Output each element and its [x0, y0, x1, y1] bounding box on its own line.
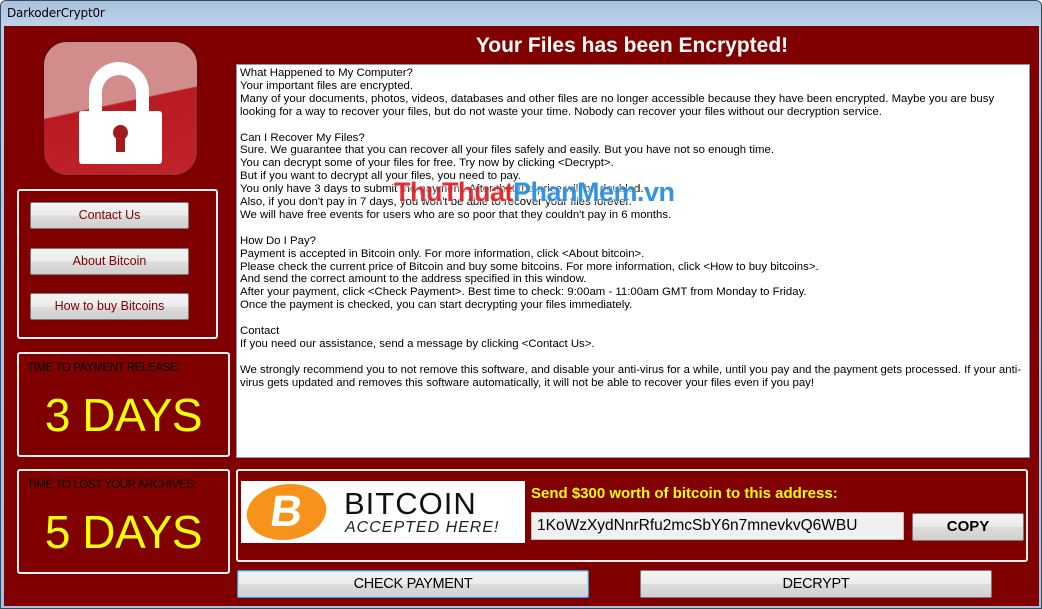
timer-label: TIME TO LOST YOUR ARCHIVES: — [27, 479, 197, 491]
timer-value: 3 DAYS — [44, 389, 203, 441]
message-line: Please check the current price of Bitcoi… — [240, 260, 819, 273]
message-line: Contact — [240, 325, 280, 338]
message-line: What Happened to My Computer? — [240, 67, 413, 79]
bitcoin-logo-icon: B — [243, 484, 330, 540]
message-line: Once the payment is checked, you can sta… — [240, 299, 633, 312]
message-line: Payment is accepted in Bitcoin only. For… — [240, 247, 645, 260]
message-line: Sure. We guarantee that you can recover … — [240, 144, 774, 157]
title-bar[interactable]: DarkoderCrypt0r — [1, 1, 1041, 26]
message-line: After your payment, click <Check Payment… — [240, 286, 807, 299]
page-title: Your Files has been Encrypted! — [475, 34, 789, 57]
window-client: Your Files has been Encrypted! Contact U… — [4, 26, 1039, 606]
bitcoin-address-field[interactable]: 1KoWzXydNnrRfu2mcSbY6n7mnevkvQ6WBU — [531, 512, 904, 540]
ransom-message-textbox[interactable]: What Happened to My Computer? Your import… — [236, 64, 1030, 458]
copy-button[interactable]: COPY — [912, 513, 1024, 541]
message-line: Many of your documents, photos, videos, … — [240, 92, 998, 118]
send-amount-label: Send $300 worth of bitcoin to this addre… — [531, 485, 838, 502]
message-line: And send the correct amount to the addre… — [240, 273, 587, 286]
message-line: You only have 3 days to submit the payme… — [240, 183, 644, 196]
message-line: You can decrypt some of your files for f… — [240, 157, 614, 170]
message-line: How Do I Pay? — [240, 234, 316, 247]
payment-release-timer: TIME TO PAYMENT RELEASE: 3 DAYS — [17, 352, 230, 457]
message-line: Also, if you don't pay in 7 days, you wo… — [240, 196, 632, 209]
timer-value: 5 DAYS — [44, 506, 203, 558]
ransomware-window: DarkoderCrypt0r Your Files has been Encr… — [0, 0, 1042, 609]
message-line: But if you want to decrypt all your file… — [240, 170, 521, 183]
how-to-buy-bitcoins-button[interactable]: How to buy Bitcoins — [30, 293, 189, 320]
padlock-icon — [43, 41, 198, 176]
message-line: We strongly recommend you to not remove … — [240, 363, 1022, 389]
contact-us-button[interactable]: Contact Us — [30, 202, 189, 229]
message-line: Can I Recover My Files? — [240, 131, 365, 144]
banner-subtitle: ACCEPTED HERE! — [345, 519, 500, 536]
message-line: Your important files are encrypted. — [240, 79, 414, 92]
message-line: We will have free events for users who a… — [240, 208, 672, 221]
window-title: DarkoderCrypt0r — [7, 6, 105, 20]
about-bitcoin-button[interactable]: About Bitcoin — [30, 248, 189, 275]
bitcoin-accepted-banner: B BITCOIN ACCEPTED HERE! — [241, 481, 525, 543]
banner-title: BITCOIN — [344, 486, 477, 521]
decrypt-button[interactable]: DECRYPT — [640, 570, 992, 598]
check-payment-button[interactable]: CHECK PAYMENT — [237, 570, 589, 598]
timer-label: TIME TO PAYMENT RELEASE: — [27, 362, 180, 374]
archives-lost-timer: TIME TO LOST YOUR ARCHIVES: 5 DAYS — [17, 469, 230, 574]
message-line: If you need our assistance, send a messa… — [240, 337, 595, 350]
